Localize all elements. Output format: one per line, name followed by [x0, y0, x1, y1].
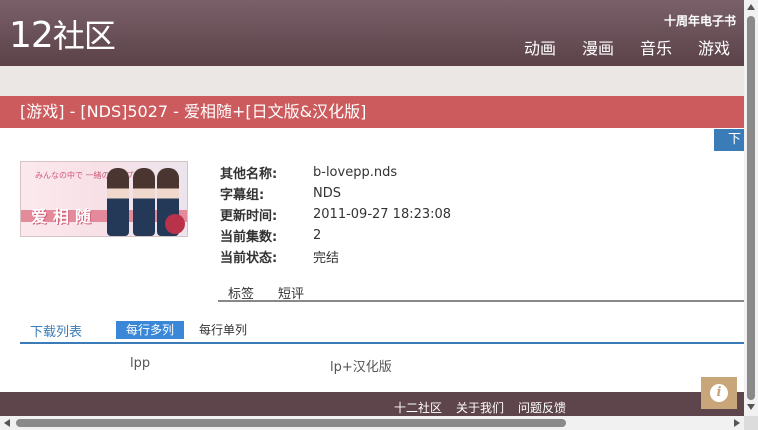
info-label: 更新时间: — [220, 209, 278, 224]
download-file-link[interactable]: lp+汉化版 — [330, 356, 392, 375]
detail-tabs: 标签 短评 — [218, 282, 744, 302]
anniversary-ebook-link[interactable]: 十周年电子书 — [664, 12, 736, 29]
site-header: 12社区 十周年电子书 动画 漫画 音乐 游戏 — [0, 0, 744, 66]
info-row: 字幕组: NDS — [220, 183, 451, 204]
info-icon: i — [710, 384, 728, 402]
info-row: 其他名称: b-lovepp.nds — [220, 162, 451, 183]
footer-link-feedback[interactable]: 问题反馈 — [518, 400, 566, 416]
info-row: 当前状态: 完结 — [220, 246, 451, 267]
scroll-up-arrow-icon[interactable] — [747, 4, 755, 10]
logo-text: 社区 — [52, 17, 116, 55]
download-list-header: 下载列表 每行多列 每行单列 — [20, 320, 744, 344]
info-list: 其他名称: b-lovepp.nds 字幕组: NDS 更新时间: 2011-0… — [220, 162, 451, 267]
cover-title: 爱相随 — [31, 207, 98, 226]
footer-links: 十二社区 关于我们 问题反馈 — [394, 400, 566, 416]
multi-column-button[interactable]: 每行多列 — [116, 321, 185, 339]
horizontal-scrollbar[interactable] — [0, 416, 744, 430]
vertical-scrollbar[interactable] — [744, 0, 758, 416]
cover-image: みんなの中で 一緒のラブプラス 爱相随 — [20, 161, 188, 237]
cover-character-2 — [133, 168, 155, 236]
nav-item-music[interactable]: 音乐 — [640, 38, 672, 60]
scroll-right-arrow-icon[interactable] — [734, 419, 740, 427]
info-label: 字幕组: — [220, 188, 265, 203]
info-row: 当前集数: 2 — [220, 225, 451, 246]
scrollbar-corner — [744, 416, 758, 430]
nav-item-manga[interactable]: 漫画 — [582, 38, 614, 60]
cover-character-1 — [107, 168, 129, 236]
download-side-tab[interactable]: 下 — [714, 129, 744, 151]
info-label: 其他名称: — [220, 167, 278, 182]
tab-tags[interactable]: 标签 — [228, 283, 254, 302]
info-value: NDS — [313, 186, 341, 201]
download-file-link[interactable]: lpp — [130, 356, 150, 371]
scroll-down-arrow-icon[interactable] — [747, 404, 755, 410]
main-nav: 动画 漫画 音乐 游戏 — [524, 38, 730, 60]
nav-item-games[interactable]: 游戏 — [698, 38, 730, 60]
nav-item-anime[interactable]: 动画 — [524, 38, 556, 60]
single-column-button[interactable]: 每行单列 — [199, 321, 247, 339]
help-info-button[interactable]: i — [701, 377, 737, 409]
logo-number: 12 — [9, 15, 54, 56]
scroll-left-arrow-icon[interactable] — [4, 419, 10, 427]
info-value: 完结 — [313, 251, 340, 266]
info-value: b-lovepp.nds — [313, 165, 398, 180]
page-title: [游戏] - [NDS]5027 - 爱相随+[日文版&汉化版] — [0, 96, 744, 128]
page: 12社区 十周年电子书 动画 漫画 音乐 游戏 [游戏] - [NDS]5027… — [0, 0, 758, 430]
site-footer: 十二社区 关于我们 问题反馈 — [0, 392, 744, 416]
download-list-label: 下载列表 — [30, 325, 83, 340]
cover-seal — [165, 214, 185, 234]
sub-bar — [0, 66, 744, 96]
horizontal-scroll-thumb[interactable] — [16, 419, 566, 427]
footer-link-about[interactable]: 关于我们 — [456, 400, 504, 416]
site-logo[interactable]: 12社区 — [9, 15, 116, 56]
info-label: 当前状态: — [220, 251, 278, 266]
info-value: 2 — [313, 228, 322, 243]
info-row: 更新时间: 2011-09-27 18:23:08 — [220, 204, 451, 225]
footer-link-home[interactable]: 十二社区 — [394, 400, 442, 416]
vertical-scroll-thumb[interactable] — [747, 16, 755, 400]
info-label: 当前集数: — [220, 230, 278, 245]
tab-short-reviews[interactable]: 短评 — [278, 283, 304, 302]
info-value: 2011-09-27 18:23:08 — [313, 207, 452, 222]
